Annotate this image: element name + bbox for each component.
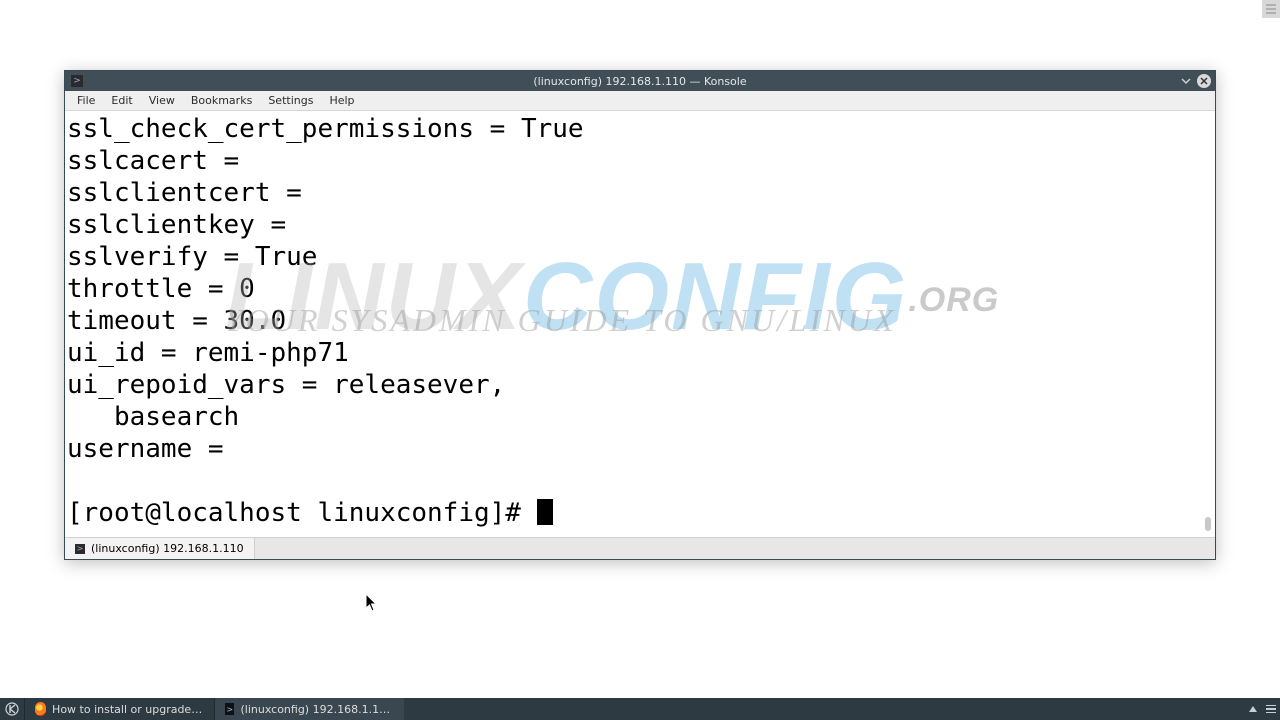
window-controls bbox=[1179, 74, 1215, 88]
firefox-icon bbox=[35, 702, 46, 716]
window-titlebar[interactable]: > (linuxconfig) 192.168.1.110 — Konsole bbox=[65, 71, 1215, 91]
taskbar-item-konsole[interactable]: > (linuxconfig) 192.168.1.110 — Ko... bbox=[214, 698, 404, 720]
triangle-up-icon bbox=[1248, 704, 1258, 714]
terminal-cursor bbox=[537, 499, 553, 525]
terminal-line: username = bbox=[67, 434, 239, 464]
start-button[interactable] bbox=[0, 698, 24, 720]
terminal-line: ui_id = remi-php71 bbox=[67, 338, 349, 368]
terminal-line: basearch bbox=[67, 402, 239, 432]
menu-help[interactable]: Help bbox=[321, 92, 362, 109]
terminal-view[interactable]: LINUXCONFIG.ORG YOUR SYSADMIN GUIDE TO G… bbox=[65, 111, 1215, 537]
terminal-prompt: [root@localhost linuxconfig]# bbox=[67, 498, 537, 528]
menu-bar: File Edit View Bookmarks Settings Help bbox=[65, 91, 1215, 111]
close-icon bbox=[1200, 77, 1208, 85]
menu-settings[interactable]: Settings bbox=[260, 92, 321, 109]
systray-expand-button[interactable] bbox=[1244, 698, 1262, 720]
mouse-cursor-icon bbox=[366, 594, 378, 612]
terminal-line: sslcacert = bbox=[67, 146, 255, 176]
taskbar-item-label: (linuxconfig) 192.168.1.110 — Ko... bbox=[240, 703, 394, 716]
menu-view[interactable]: View bbox=[141, 92, 183, 109]
terminal-output: ssl_check_cert_permissions = True sslcac… bbox=[67, 113, 1215, 529]
close-button[interactable] bbox=[1197, 74, 1211, 88]
menu-edit[interactable]: Edit bbox=[103, 92, 140, 109]
minimize-button[interactable] bbox=[1179, 74, 1193, 88]
panel-options-button[interactable] bbox=[1262, 698, 1280, 720]
konsole-window: > (linuxconfig) 192.168.1.110 — Konsole … bbox=[64, 70, 1216, 560]
app-icon: > bbox=[71, 75, 83, 87]
terminal-line: ssl_check_cert_permissions = True bbox=[67, 114, 584, 144]
terminal-line: throttle = 0 bbox=[67, 274, 255, 304]
tab-label: (linuxconfig) 192.168.1.110 bbox=[91, 542, 244, 555]
window-title: (linuxconfig) 192.168.1.110 — Konsole bbox=[65, 75, 1215, 88]
terminal-line: sslclientcert = bbox=[67, 178, 317, 208]
terminal-icon: > bbox=[225, 703, 234, 715]
taskbar-item-firefox[interactable]: How to install or upgrade to PHP ... bbox=[24, 698, 214, 720]
terminal-line: timeout = 30.0 bbox=[67, 306, 286, 336]
desktop-panel-widget[interactable] bbox=[1262, 0, 1280, 18]
tab-strip: > (linuxconfig) 192.168.1.110 bbox=[65, 537, 1215, 559]
terminal-line: ui_repoid_vars = releasever, bbox=[67, 370, 505, 400]
terminal-line: sslclientkey = bbox=[67, 210, 302, 240]
tab-session[interactable]: > (linuxconfig) 192.168.1.110 bbox=[65, 538, 255, 559]
taskbar-item-label: How to install or upgrade to PHP ... bbox=[52, 703, 204, 716]
chevron-down-icon bbox=[1181, 76, 1191, 86]
terminal-line: sslverify = True bbox=[67, 242, 317, 272]
kde-logo-icon bbox=[5, 702, 19, 716]
terminal-icon: > bbox=[75, 544, 85, 554]
scrollbar[interactable] bbox=[1205, 517, 1211, 531]
menu-file[interactable]: File bbox=[69, 92, 103, 109]
taskbar: How to install or upgrade to PHP ... > (… bbox=[0, 698, 1280, 720]
menu-bookmarks[interactable]: Bookmarks bbox=[183, 92, 260, 109]
